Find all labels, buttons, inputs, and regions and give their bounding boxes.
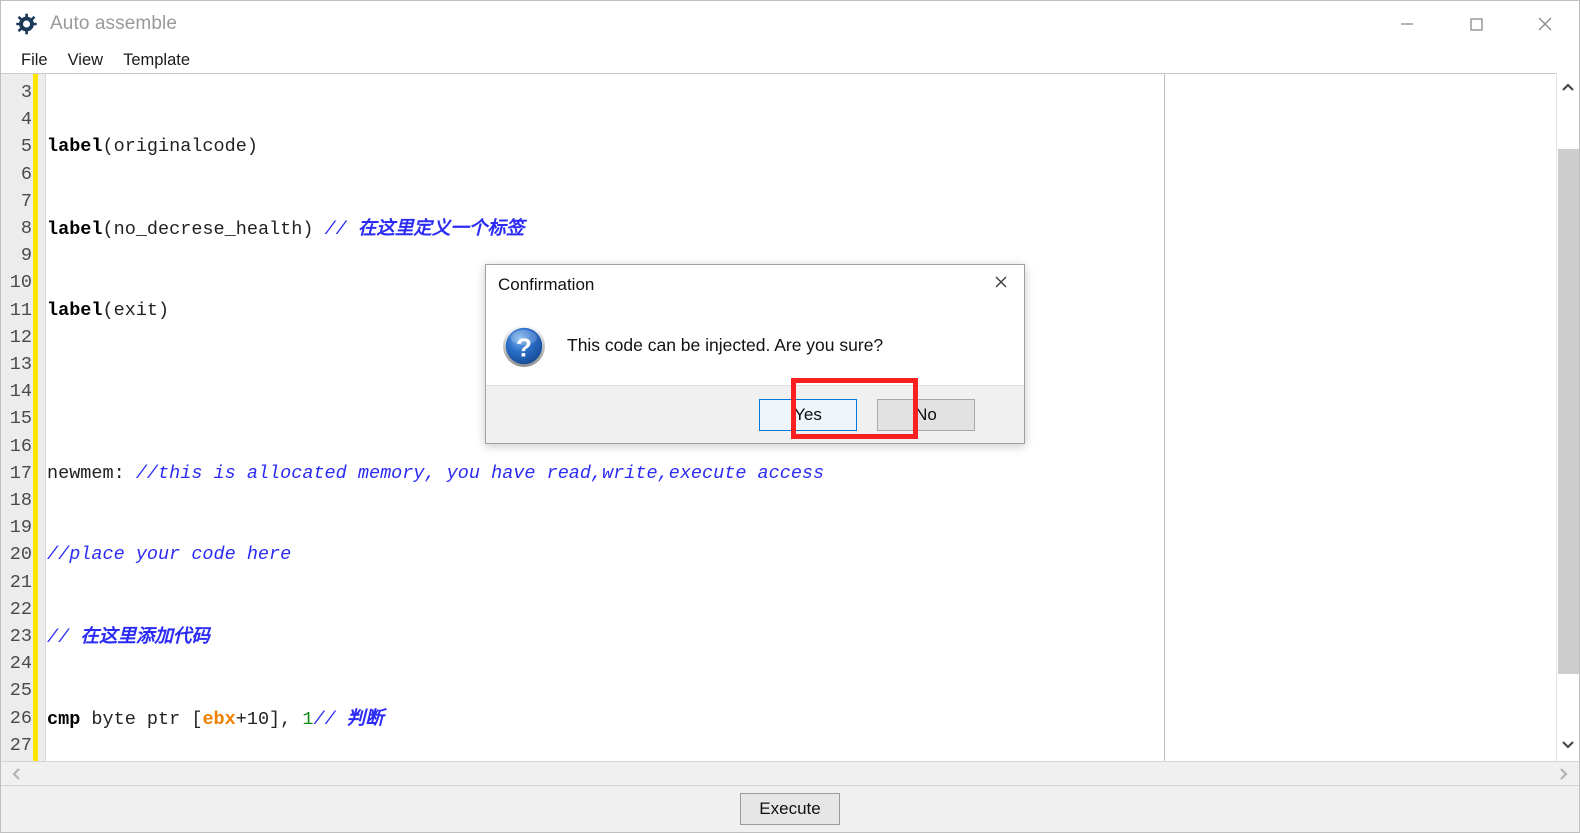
dialog-title: Confirmation [498, 275, 595, 294]
line-number: 20 [9, 544, 32, 566]
line-number: 14 [9, 381, 32, 403]
minimize-button[interactable] [1372, 1, 1441, 47]
menu-item-view[interactable]: View [58, 49, 113, 72]
window-controls [1372, 1, 1579, 47]
code-line-4: label(no_decrese_health) // 在这里定义一个标签 [47, 218, 525, 240]
vertical-scrollbar-thumb[interactable] [1558, 149, 1579, 674]
menu-item-template[interactable]: Template [113, 49, 200, 72]
line-number: 17 [9, 462, 32, 484]
code-line-3: label(originalcode) [47, 136, 258, 158]
line-number: 5 [20, 136, 32, 158]
chevron-down-icon[interactable] [1557, 733, 1579, 755]
line-number: 10 [9, 272, 32, 294]
line-number: 16 [9, 435, 32, 457]
line-number: 7 [20, 190, 32, 212]
line-number: 24 [9, 653, 32, 675]
line-number: 27 [9, 734, 32, 756]
chevron-right-icon[interactable] [1551, 762, 1575, 786]
line-number-gutter: 3 4 5 6 7 8 9 10 11 12 13 14 15 16 17 18 19 20 21 22 23 24 25 2… [1, 74, 38, 761]
title-bar: Auto assemble [1, 1, 1579, 47]
chevron-up-icon[interactable] [1557, 77, 1579, 99]
gutter-separator [38, 74, 46, 761]
code-line-8: //place your code here [47, 544, 292, 566]
line-number: 26 [9, 707, 32, 729]
dialog-footer: Yes No [486, 385, 1024, 443]
line-number: 13 [9, 354, 32, 376]
right-margin-guide [1164, 74, 1165, 761]
line-number: 18 [9, 490, 32, 512]
code-line-7: newmem: //this is allocated memory, you … [47, 462, 825, 484]
menu-bar: File View Template [1, 47, 1579, 73]
question-mark-icon: ? [501, 323, 547, 369]
close-button[interactable] [1510, 1, 1579, 47]
line-number: 25 [9, 680, 32, 702]
line-number: 21 [9, 571, 32, 593]
line-number: 6 [20, 163, 32, 185]
line-number: 15 [9, 408, 32, 430]
window-title: Auto assemble [50, 13, 177, 34]
confirmation-dialog: Confirmation ? This code can be injected… [485, 264, 1025, 444]
execute-button[interactable]: Execute [740, 793, 840, 825]
bottom-bar: Execute [1, 786, 1579, 832]
close-icon[interactable] [978, 265, 1024, 299]
auto-assemble-window: Auto assemble File View Template 3 4 5 6 7 8 9… [0, 0, 1580, 833]
line-numbers: 3 4 5 6 7 8 9 10 11 12 13 14 15 16 17 18 19 20 21 22 23 24 25 2… [1, 79, 32, 759]
line-number: 3 [20, 82, 32, 103]
line-number: 9 [20, 245, 32, 267]
line-number: 23 [9, 626, 32, 648]
yes-button[interactable]: Yes [759, 399, 857, 431]
line-number: 11 [9, 299, 32, 321]
line-number: 22 [9, 598, 32, 620]
code-line-9: // 在这里添加代码 [47, 625, 210, 648]
no-button[interactable]: No [877, 399, 975, 431]
line-number: 12 [9, 326, 32, 348]
svg-text:?: ? [516, 332, 532, 362]
line-number: 8 [20, 218, 32, 240]
vertical-scrollbar[interactable] [1556, 73, 1579, 761]
line-number: 19 [9, 517, 32, 539]
line-number: 4 [20, 109, 32, 131]
dialog-title-bar: Confirmation [486, 265, 1024, 305]
code-line-10: cmp byte ptr [ebx+10], 1// 判断 [47, 707, 384, 730]
dialog-body: ? This code can be injected. Are you sur… [486, 305, 1024, 386]
horizontal-scrollbar[interactable] [1, 761, 1579, 786]
maximize-button[interactable] [1441, 1, 1510, 47]
dialog-message: This code can be injected. Are you sure? [567, 335, 884, 355]
cheat-engine-logo-icon [15, 12, 39, 36]
menu-item-file[interactable]: File [11, 49, 58, 72]
chevron-left-icon[interactable] [5, 762, 29, 786]
